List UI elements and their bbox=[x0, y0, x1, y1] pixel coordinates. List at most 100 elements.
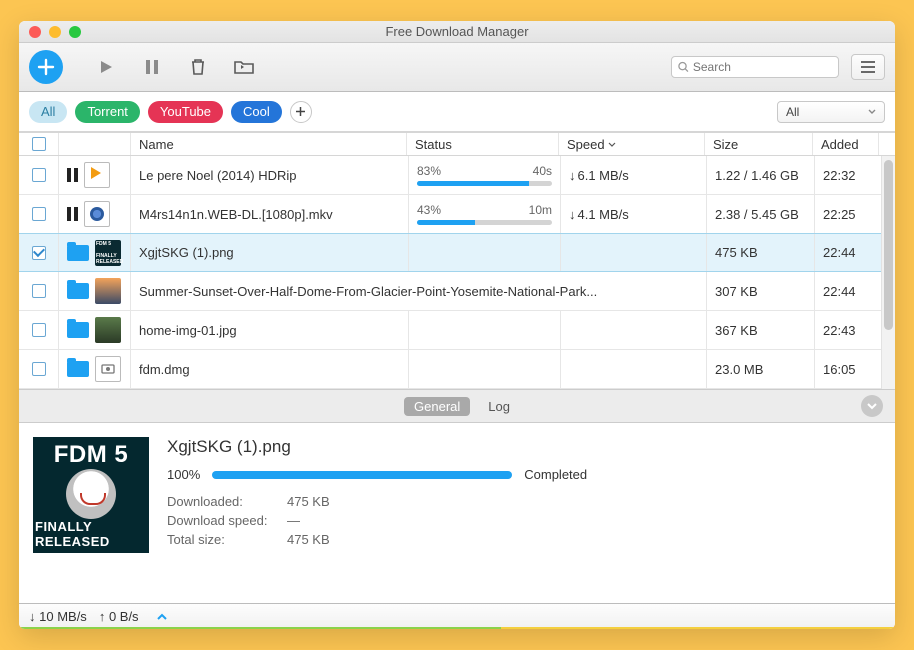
pause-icon bbox=[67, 207, 78, 221]
detail-downloaded: 475 KB bbox=[287, 494, 881, 509]
tab-log[interactable]: Log bbox=[488, 399, 510, 414]
row-checkbox[interactable] bbox=[32, 284, 46, 298]
open-folder-button[interactable] bbox=[67, 245, 89, 261]
row-checkbox[interactable] bbox=[32, 168, 46, 182]
file-size: 1.22 / 1.46 GB bbox=[715, 168, 799, 183]
plus-icon bbox=[295, 106, 306, 117]
tag-torrent[interactable]: Torrent bbox=[75, 101, 139, 123]
downloads-list: Le pere Noel (2014) HDRip 83%40s 6.1 MB/… bbox=[19, 156, 881, 389]
filter-value: All bbox=[786, 105, 799, 119]
toolbar bbox=[19, 43, 895, 92]
start-button[interactable] bbox=[85, 51, 127, 83]
row-checkbox[interactable] bbox=[32, 207, 46, 221]
file-size: 475 KB bbox=[715, 245, 758, 260]
detail-filename: XgjtSKG (1).png bbox=[167, 437, 881, 457]
table-row[interactable]: FDM 5FINALLY RELEASED XgjtSKG (1).png 47… bbox=[19, 233, 881, 272]
row-checkbox[interactable] bbox=[32, 362, 46, 376]
column-size[interactable]: Size bbox=[705, 133, 813, 155]
file-size: 367 KB bbox=[715, 323, 758, 338]
file-size: 307 KB bbox=[715, 284, 758, 299]
global-upload-speed: ↑ 0 B/s bbox=[99, 609, 139, 624]
added-time: 22:32 bbox=[823, 168, 856, 183]
table-row[interactable]: Summer-Sunset-Over-Half-Dome-From-Glacie… bbox=[19, 272, 881, 311]
added-time: 22:44 bbox=[823, 245, 856, 260]
add-download-button[interactable] bbox=[29, 50, 63, 84]
column-name[interactable]: Name bbox=[131, 133, 407, 155]
filter-dropdown[interactable]: All bbox=[777, 101, 885, 123]
scrollbar[interactable] bbox=[881, 156, 895, 389]
row-checkbox[interactable] bbox=[32, 323, 46, 337]
file-thumbnail bbox=[95, 317, 121, 343]
sort-desc-icon bbox=[608, 142, 616, 147]
detail-speed: — bbox=[287, 513, 881, 528]
added-time: 16:05 bbox=[823, 362, 856, 377]
download-speed: 6.1 MB/s bbox=[569, 168, 629, 183]
speed-limit-button[interactable] bbox=[157, 613, 167, 620]
chevron-up-icon bbox=[157, 613, 167, 620]
progress-bar bbox=[417, 181, 552, 186]
table-row[interactable]: fdm.dmg 23.0 MB 16:05 bbox=[19, 350, 881, 389]
delete-button[interactable] bbox=[177, 51, 219, 83]
chevron-down-icon bbox=[867, 403, 877, 410]
tag-youtube[interactable]: YouTube bbox=[148, 101, 223, 123]
detail-panel: FDM 5 FINALLY RELEASED XgjtSKG (1).png 1… bbox=[19, 423, 895, 561]
file-thumbnail bbox=[95, 356, 121, 382]
trash-icon bbox=[190, 58, 206, 76]
file-thumbnail bbox=[95, 278, 121, 304]
select-all-checkbox[interactable] bbox=[32, 137, 46, 151]
file-thumbnail: FDM 5FINALLY RELEASED bbox=[95, 240, 121, 266]
collapse-detail-button[interactable] bbox=[861, 395, 883, 417]
menu-button[interactable] bbox=[851, 54, 885, 80]
detail-status: Completed bbox=[524, 467, 587, 482]
play-icon bbox=[98, 59, 114, 75]
titlebar: Free Download Manager bbox=[19, 21, 895, 43]
progress-bar bbox=[417, 220, 552, 225]
window-title: Free Download Manager bbox=[19, 24, 895, 39]
chevron-down-icon bbox=[868, 109, 876, 115]
table-row[interactable]: Le pere Noel (2014) HDRip 83%40s 6.1 MB/… bbox=[19, 156, 881, 195]
search-input[interactable] bbox=[693, 60, 832, 74]
app-window: Free Download Manager All Torrent YouTub… bbox=[19, 21, 895, 629]
table-row[interactable]: M4rs14n1n.WEB-DL.[1080p].mkv 43%10m 4.1 … bbox=[19, 195, 881, 234]
tab-general[interactable]: General bbox=[404, 397, 470, 416]
row-checkbox[interactable] bbox=[32, 246, 46, 260]
file-name: Le pere Noel (2014) HDRip bbox=[139, 168, 297, 183]
file-thumbnail bbox=[84, 162, 110, 188]
file-name: XgjtSKG (1).png bbox=[139, 245, 234, 260]
column-added[interactable]: Added bbox=[813, 133, 879, 155]
detail-tabbar: General Log bbox=[19, 389, 895, 423]
file-name: Summer-Sunset-Over-Half-Dome-From-Glacie… bbox=[139, 284, 597, 299]
file-name: fdm.dmg bbox=[139, 362, 190, 377]
pause-icon bbox=[145, 59, 159, 75]
column-status[interactable]: Status bbox=[407, 133, 559, 155]
add-tag-button[interactable] bbox=[290, 101, 312, 123]
tag-cool[interactable]: Cool bbox=[231, 101, 282, 123]
pause-button[interactable] bbox=[131, 51, 173, 83]
open-folder-button[interactable] bbox=[67, 322, 89, 338]
tag-bar: All Torrent YouTube Cool All bbox=[19, 92, 895, 132]
open-folder-button[interactable] bbox=[67, 361, 89, 377]
folder-arrow-icon bbox=[234, 59, 254, 75]
detail-thumbnail: FDM 5 FINALLY RELEASED bbox=[33, 437, 149, 553]
scrollbar-thumb[interactable] bbox=[884, 160, 893, 330]
column-speed[interactable]: Speed bbox=[559, 133, 705, 155]
file-size: 2.38 / 5.45 GB bbox=[715, 207, 799, 222]
table-header: Name Status Speed Size Added bbox=[19, 132, 895, 156]
tag-all[interactable]: All bbox=[29, 101, 67, 123]
detail-total: 475 KB bbox=[287, 532, 881, 547]
search-box[interactable] bbox=[671, 56, 839, 78]
added-time: 22:43 bbox=[823, 323, 856, 338]
file-thumbnail bbox=[84, 201, 110, 227]
file-name: M4rs14n1n.WEB-DL.[1080p].mkv bbox=[139, 207, 333, 222]
file-name: home-img-01.jpg bbox=[139, 323, 237, 338]
pause-icon bbox=[67, 168, 78, 182]
table-row[interactable]: home-img-01.jpg 367 KB 22:43 bbox=[19, 311, 881, 350]
status-bar: ↓ 10 MB/s ↑ 0 B/s bbox=[19, 603, 895, 629]
open-folder-button[interactable] bbox=[67, 283, 89, 299]
search-icon bbox=[678, 61, 689, 73]
added-time: 22:44 bbox=[823, 284, 856, 299]
move-to-folder-button[interactable] bbox=[223, 51, 265, 83]
hamburger-icon bbox=[860, 61, 876, 73]
global-download-speed: ↓ 10 MB/s bbox=[29, 609, 87, 624]
plus-icon bbox=[37, 58, 55, 76]
